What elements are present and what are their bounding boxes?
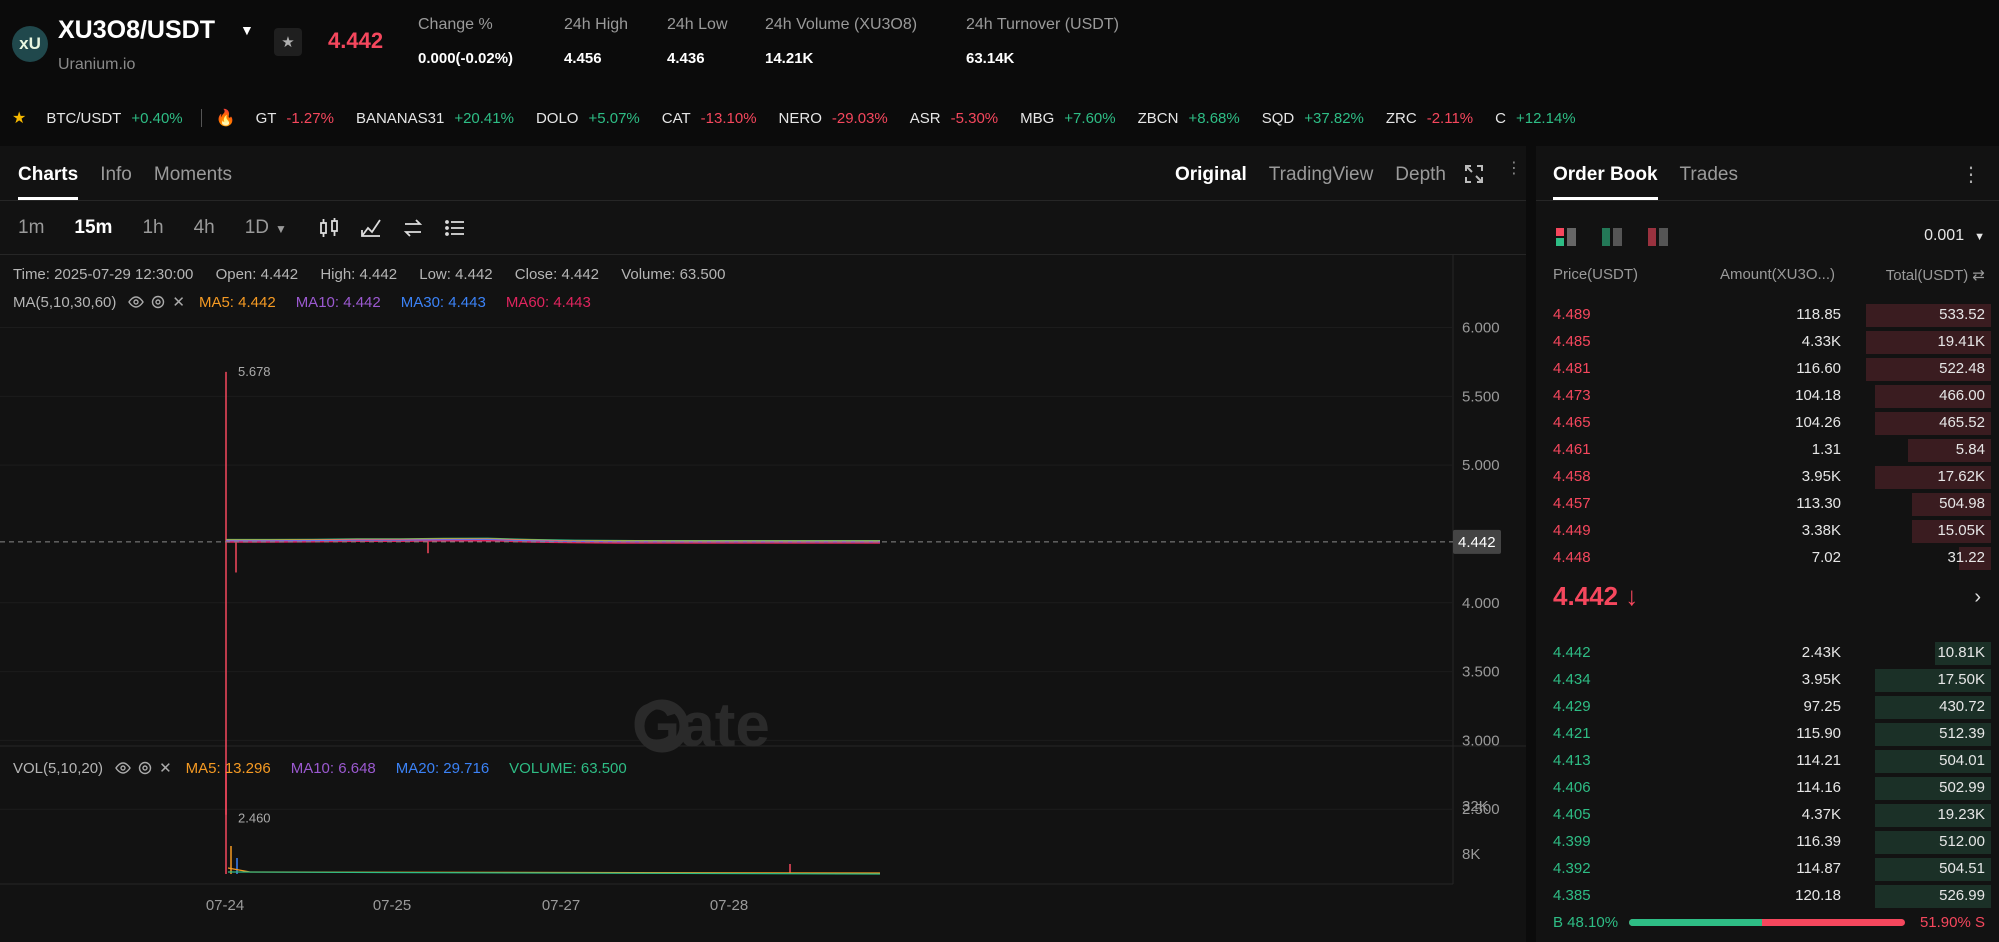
ask-row[interactable]: 4.461 1.31 5.84: [1536, 437, 1999, 464]
favorites-star-icon[interactable]: ★: [12, 108, 26, 128]
ask-row[interactable]: 4.458 3.95K 17.62K: [1536, 464, 1999, 491]
bid-row[interactable]: 4.392 114.87 504.51: [1536, 856, 1999, 883]
stat-24h-high: 24h High 4.456: [564, 16, 629, 67]
total-column[interactable]: Total(USDT) ⇄: [1886, 266, 1985, 284]
close-icon[interactable]: ✕: [172, 293, 185, 311]
vol-tick-label: 8K: [1462, 846, 1480, 863]
precision-select[interactable]: 0.001 ▼: [1924, 227, 1985, 245]
ticker-item[interactable]: BTC/USDT +0.40%: [46, 110, 182, 127]
bid-row[interactable]: 4.429 97.25 430.72: [1536, 694, 1999, 721]
bid-row[interactable]: 4.434 3.95K 17.50K: [1536, 667, 1999, 694]
current-price-label: 4.442: [1458, 534, 1496, 551]
tab-order-book[interactable]: Order Book: [1553, 164, 1658, 200]
vol-tick-label: 32K: [1462, 798, 1489, 815]
ohlc-info: Time: 2025-07-29 12:30:00 Open: 4.442 Hi…: [13, 266, 726, 283]
ask-row[interactable]: 4.473 104.18 466.00: [1536, 383, 1999, 410]
y-tick-label: 5.500: [1462, 388, 1500, 405]
x-tick-label: 07-27: [542, 897, 580, 914]
ask-row[interactable]: 4.457 113.30 504.98: [1536, 491, 1999, 518]
bid-row[interactable]: 4.385 120.18 526.99: [1536, 883, 1999, 910]
ticker-bar: ★ BTC/USDT +0.40% 🔥 GT -1.27% BANANAS31 +20.41…: [0, 101, 1999, 135]
asks-only-icon[interactable]: [1646, 226, 1670, 248]
y-tick-label: 4.000: [1462, 595, 1500, 612]
x-tick-label: 07-28: [710, 897, 748, 914]
low-marker-label: 2.460: [238, 811, 271, 826]
close-icon[interactable]: ✕: [159, 759, 172, 777]
bid-row[interactable]: 4.413 114.21 504.01: [1536, 748, 1999, 775]
ask-row[interactable]: 4.449 3.38K 15.05K: [1536, 518, 1999, 545]
ask-row[interactable]: 4.465 104.26 465.52: [1536, 410, 1999, 437]
chevron-down-icon[interactable]: ▼: [240, 22, 254, 38]
bid-row[interactable]: 4.406 114.16 502.99: [1536, 775, 1999, 802]
tab-trades[interactable]: Trades: [1680, 164, 1738, 200]
bid-row[interactable]: 4.399 116.39 512.00: [1536, 829, 1999, 856]
ticker-item[interactable]: C +12.14%: [1495, 110, 1575, 127]
vol-legend: VOL(5,10,20) ✕ MA5: 13.296 MA10: 6.648 M…: [13, 759, 627, 778]
ratio-bar: [1629, 919, 1905, 926]
chevron-down-icon: ▼: [1974, 231, 1985, 243]
last-price: 4.442: [328, 28, 384, 53]
more-icon[interactable]: ⋮: [1961, 162, 1981, 187]
ticker-item[interactable]: MBG +7.60%: [1020, 110, 1115, 127]
swap-icon[interactable]: ⇄: [1972, 267, 1985, 284]
divider: [1536, 200, 1999, 201]
settings-icon[interactable]: [137, 760, 153, 776]
hot-fire-icon[interactable]: 🔥: [216, 108, 236, 128]
pair-subtitle: Uranium.io: [58, 56, 136, 73]
stat-24h-low: 24h Low 4.436: [667, 16, 728, 67]
bid-row[interactable]: 4.405 4.37K 19.23K: [1536, 802, 1999, 829]
chart-panel: Charts Info Moments Original TradingView…: [0, 146, 1526, 942]
bid-row[interactable]: 4.442 2.43K 10.81K: [1536, 640, 1999, 667]
eye-icon[interactable]: [115, 760, 131, 776]
y-tick-label: 5.000: [1462, 457, 1500, 474]
ask-row[interactable]: 4.448 7.02 31.22: [1536, 545, 1999, 572]
order-book-panel: Order Book Trades ⋮ 0.001 ▼ Price(USDT) A…: [1536, 146, 1999, 942]
ticker-item[interactable]: SQD +37.82%: [1262, 110, 1364, 127]
buy-ratio-fill: [1629, 919, 1762, 926]
ma-legend: MA(5,10,30,60) ✕ MA5: 4.442 MA10: 4.442 …: [13, 293, 591, 312]
y-tick-label: 3.500: [1462, 664, 1500, 681]
ticker-item[interactable]: CAT -13.10%: [662, 110, 757, 127]
x-tick-label: 07-25: [373, 897, 411, 914]
chevron-right-icon[interactable]: ›: [1974, 586, 1981, 609]
stat-24h-volume: 24h Volume (XU3O8) 14.21K: [765, 16, 918, 67]
high-marker-label: 5.678: [238, 364, 271, 379]
mid-price: 4.442 ↓: [1553, 581, 1639, 611]
ticker-item[interactable]: NERO -29.03%: [779, 110, 888, 127]
ask-row[interactable]: 4.485 4.33K 19.41K: [1536, 329, 1999, 356]
market-header: xU XU3O8/USDT ▼ Uranium.io ★ 4.442 Chang…: [0, 0, 1999, 88]
eye-icon[interactable]: [128, 294, 145, 310]
bids-only-icon[interactable]: [1600, 226, 1624, 248]
ticker-item[interactable]: DOLO +5.07%: [536, 110, 640, 127]
orderbook-mode: [1554, 226, 1692, 248]
ask-row[interactable]: 4.481 116.60 522.48: [1536, 356, 1999, 383]
ticker-item[interactable]: GT -1.27%: [256, 110, 334, 127]
ticker-item[interactable]: ZBCN +8.68%: [1138, 110, 1240, 127]
pair-selector[interactable]: XU3O8/USDT: [58, 16, 215, 45]
ticker-item[interactable]: BANANAS31 +20.41%: [356, 110, 514, 127]
settings-icon[interactable]: [150, 294, 166, 310]
stat-change: Change % 0.000(-0.02%): [418, 16, 514, 67]
bid-row[interactable]: 4.421 115.90 512.39: [1536, 721, 1999, 748]
both-sides-icon[interactable]: [1554, 226, 1578, 248]
y-tick-label: 3.000: [1462, 732, 1500, 749]
ticker-item[interactable]: ZRC -2.11%: [1386, 110, 1473, 127]
favorite-star-icon[interactable]: ★: [274, 28, 302, 56]
orderbook-tabs: Order Book Trades: [1553, 164, 1760, 200]
token-logo: xU: [12, 26, 48, 62]
ask-row[interactable]: 4.489 118.85 533.52: [1536, 302, 1999, 329]
x-tick-label: 07-24: [206, 897, 244, 914]
ticker-item[interactable]: ASR -5.30%: [910, 110, 998, 127]
stat-24h-turnover: 24h Turnover (USDT) 63.14K: [966, 16, 1119, 67]
divider: [200, 109, 202, 127]
y-tick-label: 6.000: [1462, 320, 1500, 337]
